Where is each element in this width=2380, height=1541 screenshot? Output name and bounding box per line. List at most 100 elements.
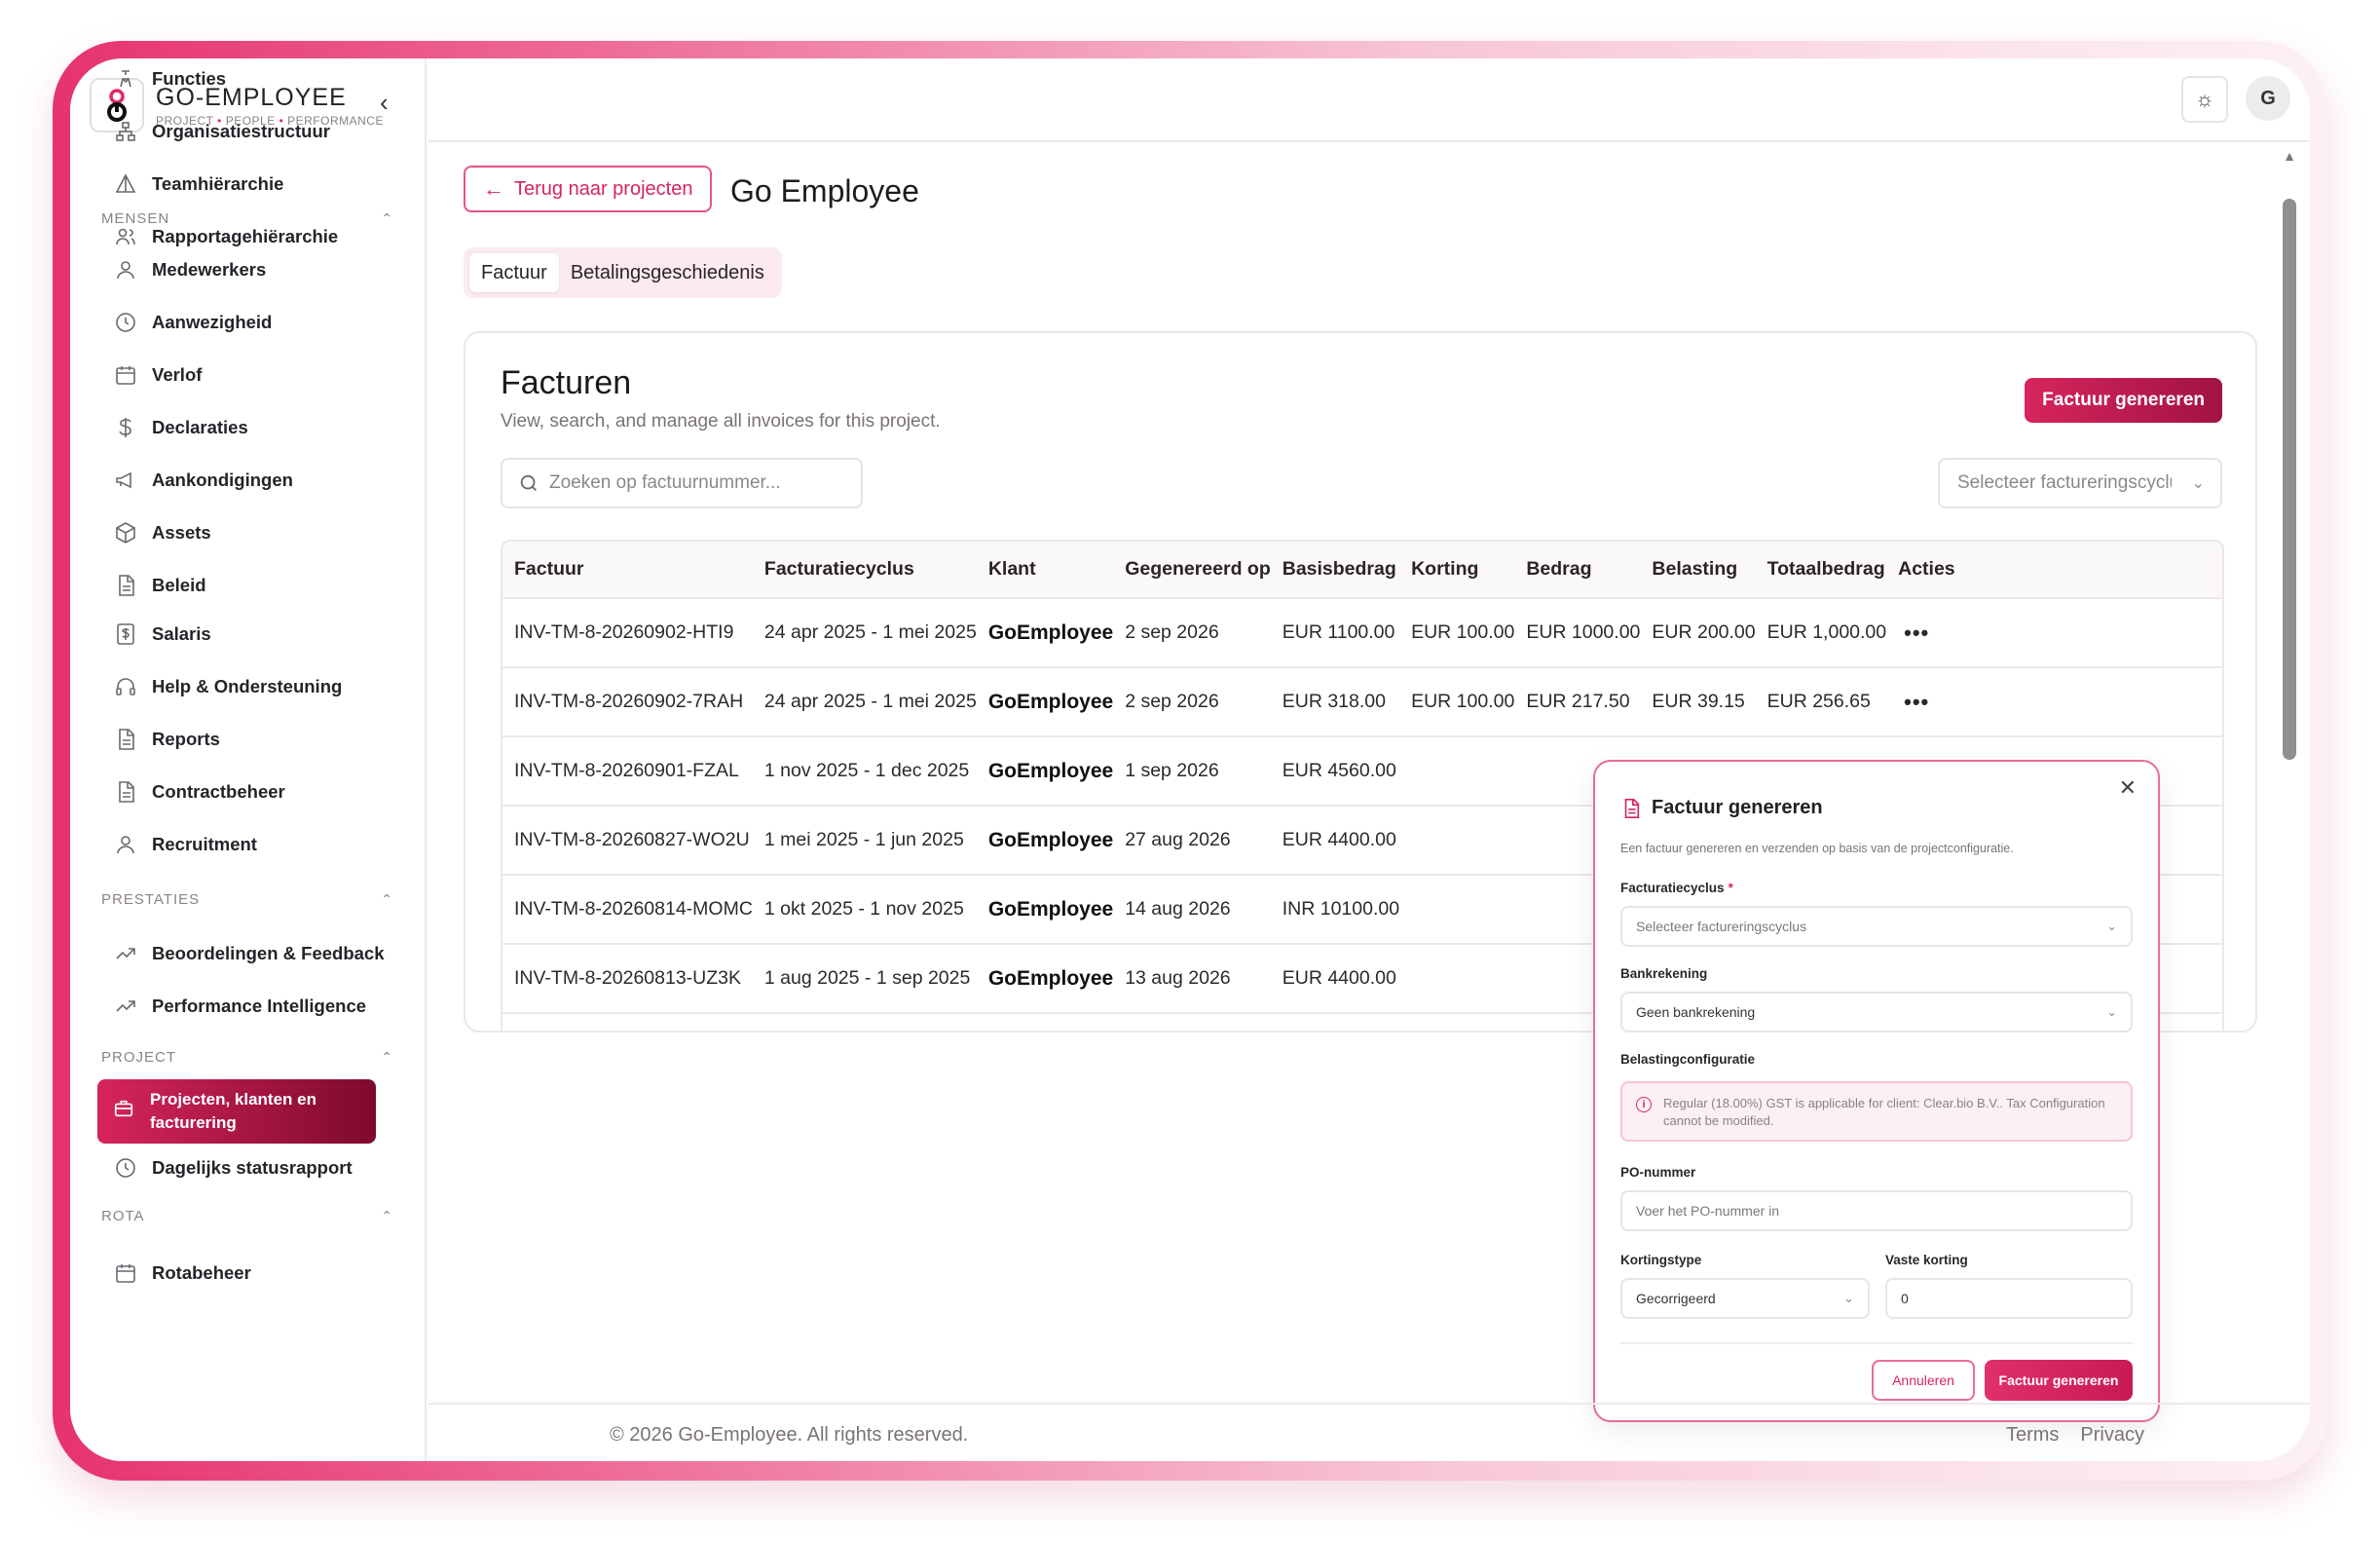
sidebar-item-salaris[interactable]: Salaris — [113, 614, 211, 655]
modal-billing-cycle-select[interactable]: Selecteer factureringscyclus ⌄ — [1620, 906, 2133, 947]
sidebar-item-aankondigingen[interactable]: Aankondigingen — [113, 460, 293, 501]
billing-cycle-placeholder: Selecteer factureringscyclus — [1957, 472, 2172, 493]
chevron-up-icon: ⌃ — [381, 1049, 393, 1065]
footer: © 2026 Go-Employee. All rights reserved.… — [428, 1403, 2310, 1461]
chevron-down-icon: ⌄ — [1843, 1291, 1854, 1305]
column-header: Totaalbedrag — [1755, 542, 1887, 599]
sidebar-item-contractbeheer[interactable]: Contractbeheer — [113, 771, 285, 812]
terms-link[interactable]: Terms — [2006, 1424, 2059, 1447]
tab-factuur[interactable]: Factuur — [469, 253, 559, 292]
table-cell — [1399, 806, 1515, 876]
back-label: Terug naar projecten — [514, 177, 693, 200]
sidebar-item-declaraties[interactable]: Declaraties — [113, 407, 248, 448]
scroll-up-arrow[interactable]: ▲ — [2283, 148, 2296, 164]
privacy-link[interactable]: Privacy — [2080, 1424, 2144, 1447]
search-input[interactable]: Zoeken op factuurnummer... — [501, 458, 863, 508]
back-to-projects-button[interactable]: ← Terug naar projecten — [464, 166, 713, 212]
billing-cycle-label: Facturatiecyclus * — [1620, 881, 1733, 895]
sidebar-item-label: Reports — [152, 729, 220, 749]
sidebar-item-medewerkers[interactable]: Medewerkers — [113, 249, 266, 290]
section-label: ROTA — [101, 1208, 145, 1224]
footer-links: Terms Privacy — [2006, 1424, 2144, 1447]
row-actions-icon[interactable]: ••• — [1886, 667, 2222, 737]
chevron-up-icon: ⌃ — [381, 210, 393, 226]
document-icon — [1624, 798, 1640, 818]
column-header: Korting — [1399, 542, 1515, 599]
dollar-icon — [113, 415, 138, 440]
table-cell: INV-TM-8-20260902-7RAH — [502, 667, 753, 737]
fixed-discount-input[interactable]: 0 — [1885, 1278, 2133, 1319]
sidebar-item-reports[interactable]: Reports — [113, 719, 220, 760]
table-cell: 24 apr 2025 - 1 mei 2025 — [752, 598, 977, 668]
user-tie-icon — [113, 66, 138, 92]
sidebar-item-performance-intelligence[interactable]: Performance Intelligence — [113, 986, 366, 1027]
sidebar-item-label: Declaraties — [152, 417, 248, 437]
app-window: GO-EMPLOYEE PROJECT • PEOPLE • PERFORMAN… — [70, 58, 2310, 1461]
column-header: Gegenereerd op — [1113, 542, 1271, 599]
generate-invoice-button[interactable]: Factuur genereren — [2025, 378, 2222, 423]
section-project[interactable]: PROJECT ⌃ — [101, 1049, 393, 1066]
table-cell: GoEmployee — [976, 806, 1114, 876]
table-row[interactable]: INV-TM-8-20260902-HTI9 24 apr 2025 - 1 me… — [502, 598, 2222, 668]
trend-icon — [113, 941, 138, 966]
tax-config-label: Belastingconfiguratie — [1620, 1052, 1756, 1067]
table-cell: GoEmployee — [976, 944, 1114, 1014]
table-cell: EUR 4560.00 — [1270, 736, 1400, 807]
table-cell: EUR 256.65 — [1755, 667, 1887, 737]
sidebar-item-teamhiërarchie[interactable]: Teamhiërarchie — [113, 164, 283, 205]
po-number-input[interactable]: Voer het PO-nummer in — [1620, 1190, 2133, 1231]
sidebar-item-label: Performance Intelligence — [152, 996, 367, 1016]
sidebar-item-label: Rapportagehiërarchie — [152, 226, 339, 246]
sidebar-item-beoordelingen-feedback[interactable]: Beoordelingen & Feedback — [113, 933, 385, 974]
table-cell — [1399, 736, 1515, 807]
sidebar-item-functies[interactable]: Functies — [113, 58, 226, 99]
sidebar-item-verlof[interactable]: Verlof — [113, 355, 202, 395]
search-icon — [520, 474, 537, 491]
sidebar-item-dagelijks-statusrapport[interactable]: Dagelijks statusrapport — [113, 1147, 353, 1188]
section-label: MENSEN — [101, 210, 170, 227]
tab-betalingsgeschiedenis[interactable]: Betalingsgeschiedenis — [559, 253, 776, 292]
table-cell: EUR 100.00 — [1399, 667, 1515, 737]
copyright: © 2026 Go-Employee. All rights reserved. — [610, 1424, 969, 1446]
sidebar-item-label: Aankondigingen — [152, 470, 293, 490]
billing-cycle-select[interactable]: Selecteer factureringscyclus ⌄ — [1938, 458, 2222, 508]
discount-type-select[interactable]: Gecorrigeerd ⌄ — [1620, 1278, 1870, 1319]
row-actions-icon[interactable]: ••• — [1886, 598, 2222, 668]
sidebar-item-beleid[interactable]: Beleid — [113, 565, 206, 606]
table-cell: 1 okt 2025 - 1 nov 2025 — [752, 875, 977, 945]
modal-description: Een factuur genereren en verzenden op ba… — [1620, 842, 2014, 855]
sidebar-item-aanwezigheid[interactable]: Aanwezigheid — [113, 302, 272, 343]
table-cell: 1 mei 2025 - 1 jun 2025 — [752, 806, 977, 876]
theme-toggle-button[interactable]: ☼ — [2181, 76, 2228, 123]
document-icon — [113, 573, 138, 598]
table-cell: EUR 1,000.00 — [1755, 598, 1887, 668]
sidebar-item-assets[interactable]: Assets — [113, 512, 211, 553]
sidebar-item-label: Aanwezigheid — [152, 312, 273, 332]
cancel-button[interactable]: Annuleren — [1872, 1360, 1975, 1401]
sidebar-item-projects-active[interactable]: Projecten, klanten en facturering — [97, 1079, 376, 1144]
submit-generate-invoice-button[interactable]: Factuur genereren — [1985, 1360, 2133, 1401]
invoices-title: Facturen — [501, 364, 632, 401]
table-row[interactable]: INV-TM-8-20260902-7RAH 24 apr 2025 - 1 me… — [502, 667, 2222, 737]
collapse-sidebar-icon[interactable]: ‹ — [380, 88, 389, 118]
sidebar-item-help-ondersteuning[interactable]: Help & Ondersteuning — [113, 666, 342, 707]
table-cell: 24 apr 2025 - 1 mei 2025 — [752, 667, 977, 737]
avatar[interactable]: G — [2246, 76, 2290, 121]
sidebar-item-label: Teamhiërarchie — [152, 173, 284, 194]
sidebar-item-label: Organisatiestructuur — [152, 121, 330, 141]
arrow-left-icon: ← — [483, 176, 504, 201]
section-label: PROJECT — [101, 1049, 177, 1066]
sidebar-item-label: Salaris — [152, 623, 211, 644]
bank-account-select[interactable]: Geen bankrekening ⌄ — [1620, 992, 2133, 1033]
sidebar-item-recruitment[interactable]: Recruitment — [113, 824, 257, 865]
table-cell: INV-TM-8-20260902-HTI9 — [502, 598, 753, 668]
section-mensen[interactable]: MENSEN ⌃ — [101, 210, 393, 227]
table-cell: INV-TM-8-20260813-UZ3K — [502, 944, 753, 1014]
pyramid-icon — [113, 171, 138, 197]
sidebar-item-organisatiestructuur[interactable]: Organisatiestructuur — [113, 111, 330, 152]
section-prestaties[interactable]: PRESTATIES ⌃ — [101, 891, 393, 908]
sidebar-item-rotabeheer[interactable]: Rotabeheer — [113, 1253, 251, 1294]
section-rota[interactable]: ROTA ⌃ — [101, 1208, 393, 1224]
close-icon[interactable]: ✕ — [2119, 775, 2137, 801]
scrollbar-thumb[interactable] — [2283, 199, 2296, 760]
